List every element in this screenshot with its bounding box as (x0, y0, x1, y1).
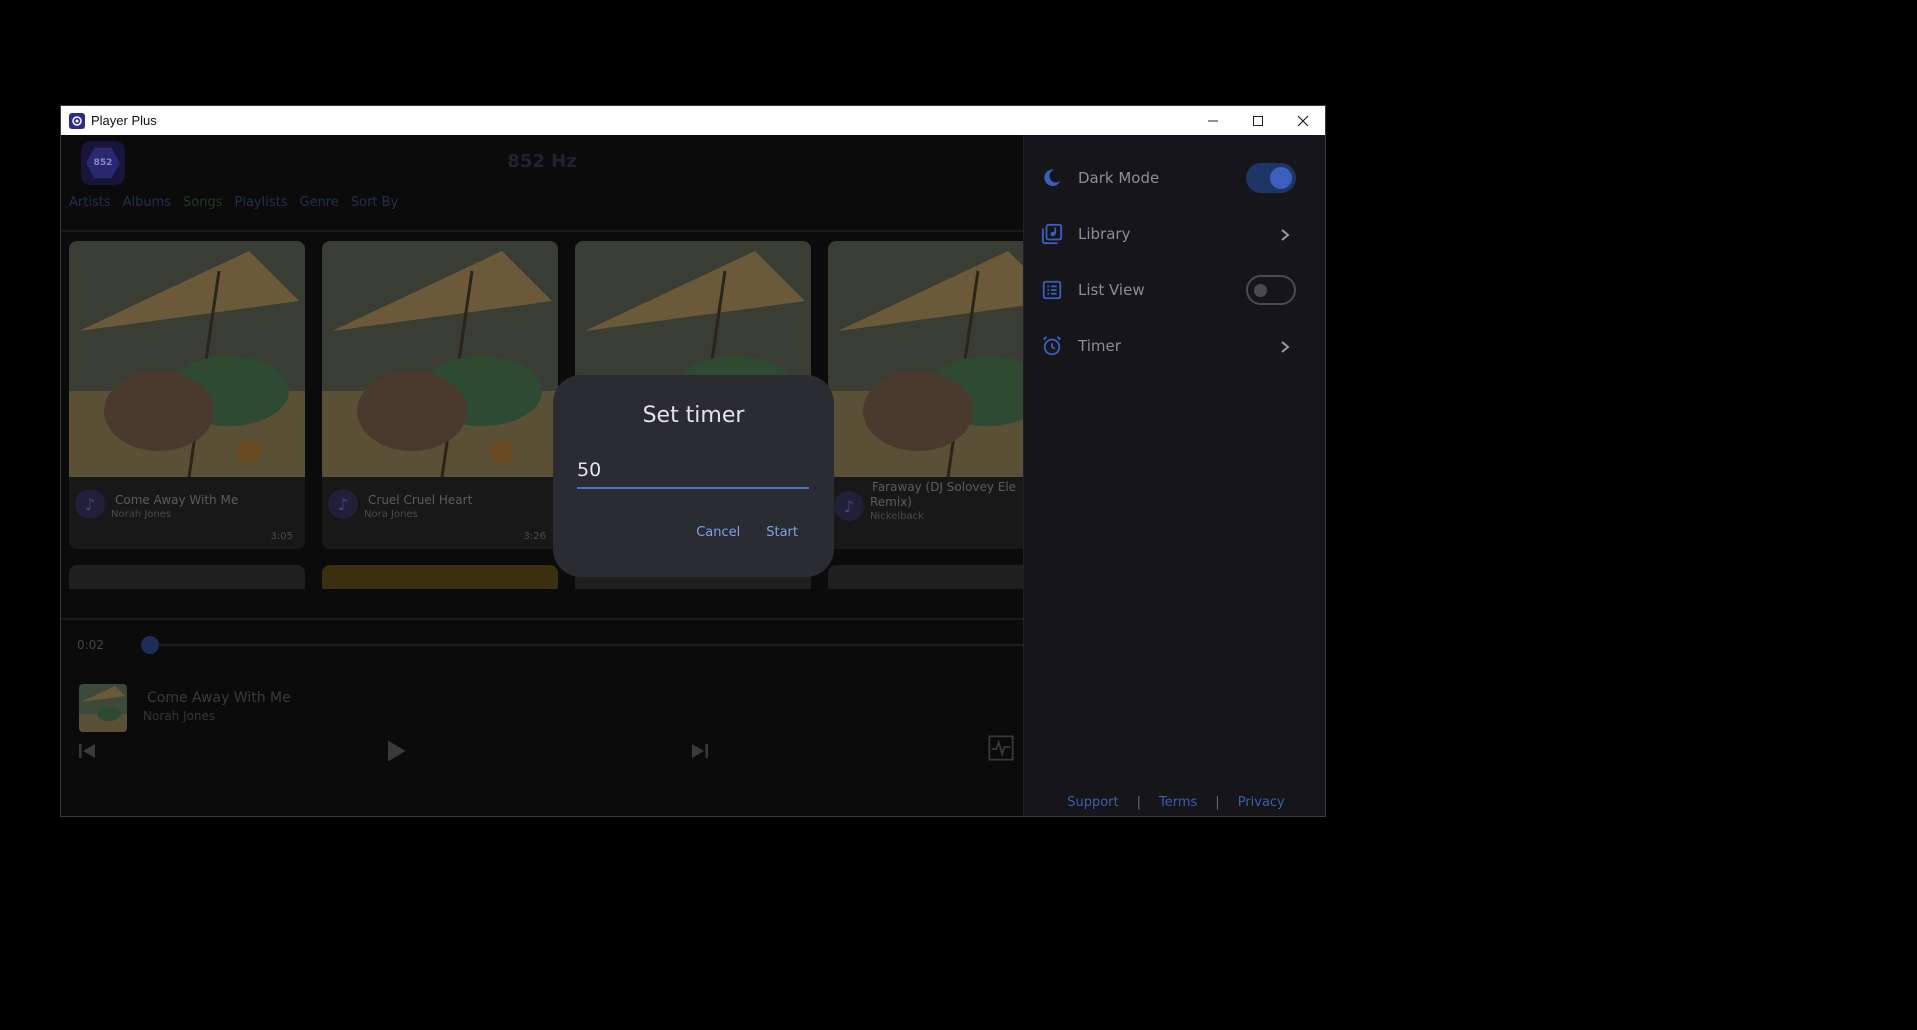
song-title: Come Away With Me (115, 493, 239, 507)
now-playing-art (79, 684, 127, 732)
nav-genre[interactable]: Genre (300, 195, 339, 210)
play-icon (388, 740, 406, 762)
window-title: Player Plus (91, 113, 157, 128)
main-content: 852 852 Hz Artists Albums Songs Playlist… (61, 135, 1023, 816)
list-view-toggle[interactable] (1246, 275, 1296, 305)
song-title: Faraway (DJ Solovey Ele (872, 480, 1017, 494)
music-note-icon: ♪ (75, 489, 105, 519)
frequency-title: 852 Hz (507, 151, 577, 172)
library-icon (1040, 222, 1064, 246)
nav-playlists[interactable]: Playlists (235, 195, 288, 210)
footer-separator: | (1136, 795, 1141, 810)
drawer-footer: Support | Terms | Privacy (1024, 795, 1325, 810)
library-row[interactable]: Library (1040, 214, 1314, 254)
close-icon (1297, 115, 1308, 126)
song-card[interactable]: ♪ Cruel Cruel Heart Nora Jones 3:26 (322, 241, 558, 549)
settings-drawer: Dark Mode Library List View Timer Suppor… (1023, 135, 1325, 816)
chevron-right-icon (1278, 227, 1292, 241)
song-card[interactable]: ♪ Faraway (DJ Solovey Ele Remix) Nickelb… (828, 241, 1023, 549)
nav-divider (61, 230, 1023, 232)
support-link[interactable]: Support (1067, 795, 1118, 810)
nav-songs[interactable]: Songs (183, 195, 222, 210)
equalizer-button[interactable] (987, 734, 1015, 762)
moon-icon (1040, 166, 1064, 190)
songs-grid: ♪ Come Away With Me Norah Jones 3:05 ♪ C… (69, 241, 1023, 589)
terms-link[interactable]: Terms (1159, 795, 1197, 810)
footer-separator: | (1215, 795, 1220, 810)
title-bar: Player Plus (61, 106, 1325, 135)
library-label: Library (1078, 225, 1131, 243)
chevron-right-icon (1278, 339, 1292, 353)
current-time: 0:02 (77, 638, 104, 652)
music-note-icon: ♪ (328, 489, 358, 519)
maximize-icon (1252, 115, 1263, 126)
dialog-actions: Cancel Start (696, 525, 798, 540)
list-view-row[interactable]: List View (1040, 270, 1314, 310)
seek-handle[interactable] (141, 636, 159, 654)
equalizer-icon (988, 735, 1014, 761)
set-timer-dialog: Set timer Cancel Start (553, 375, 834, 577)
next-icon (692, 744, 708, 758)
next-button[interactable] (688, 739, 712, 763)
dark-mode-toggle[interactable] (1246, 163, 1296, 193)
song-duration: 3:05 (270, 531, 293, 542)
song-artist: Norah Jones (111, 509, 172, 520)
app-logo-icon (69, 112, 85, 129)
seek-bar[interactable] (141, 644, 1023, 646)
play-button[interactable] (381, 736, 409, 766)
privacy-link[interactable]: Privacy (1238, 795, 1285, 810)
dark-mode-row[interactable]: Dark Mode (1040, 158, 1314, 198)
category-nav: Artists Albums Songs Playlists Genre Sor… (69, 195, 398, 210)
dialog-title: Set timer (642, 403, 745, 428)
song-title-line2: Remix) (870, 495, 912, 509)
minimize-icon (1207, 120, 1218, 121)
song-artist: Nora Jones (364, 509, 418, 520)
song-duration: 3:26 (523, 531, 546, 542)
maximize-button[interactable] (1235, 106, 1280, 135)
list-view-label: List View (1078, 281, 1145, 299)
list-icon (1040, 278, 1064, 302)
alarm-icon (1040, 334, 1064, 358)
previous-button[interactable] (75, 739, 99, 763)
previous-icon (79, 744, 95, 758)
song-card[interactable] (69, 565, 305, 589)
dark-mode-label: Dark Mode (1078, 169, 1160, 187)
song-card[interactable]: ♪ Come Away With Me Norah Jones 3:05 (69, 241, 305, 549)
player-bar: 0:02 Come Away With Me Norah Jones (61, 620, 1023, 816)
cancel-button[interactable]: Cancel (696, 525, 740, 540)
now-playing-title: Come Away With Me (147, 690, 291, 706)
start-button[interactable]: Start (766, 525, 798, 540)
song-title: Cruel Cruel Heart (368, 493, 473, 507)
toggle-knob (1254, 284, 1267, 297)
now-playing-artist: Norah Jones (143, 709, 216, 723)
timer-row[interactable]: Timer (1040, 326, 1314, 366)
toggle-knob (1270, 167, 1292, 189)
nav-artists[interactable]: Artists (69, 195, 111, 210)
music-note-icon: ♪ (834, 491, 864, 521)
nav-albums[interactable]: Albums (123, 195, 171, 210)
album-art (322, 241, 558, 478)
nav-sort-by[interactable]: Sort By (351, 195, 398, 210)
album-art (828, 241, 1023, 478)
song-artist: Nickelback (870, 511, 924, 522)
album-art (69, 241, 305, 478)
timer-input[interactable] (577, 453, 809, 489)
song-card[interactable] (828, 565, 1023, 589)
close-button[interactable] (1280, 106, 1325, 135)
minimize-button[interactable] (1190, 106, 1235, 135)
song-card[interactable] (322, 565, 558, 589)
timer-label: Timer (1078, 337, 1121, 355)
